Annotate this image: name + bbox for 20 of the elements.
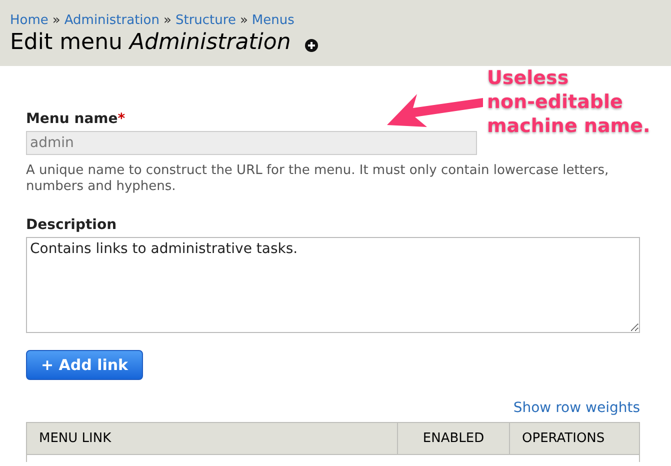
- required-mark: *: [118, 110, 126, 128]
- field-label: Description: [26, 216, 118, 234]
- add-link-button[interactable]: + Add link: [26, 350, 144, 380]
- show-row-weights-link[interactable]: Show row weights: [513, 399, 640, 417]
- breadcrumb-link[interactable]: Menus: [252, 13, 294, 29]
- add-shortcut-icon[interactable]: [304, 38, 318, 52]
- breadcrumb-link[interactable]: Home: [10, 13, 48, 29]
- page-title: Edit menu Administration: [10, 30, 291, 56]
- breadcrumb-separator: »: [51, 13, 62, 29]
- breadcrumb-link[interactable]: Administration: [64, 13, 160, 29]
- column-header: OPERATIONS: [509, 423, 639, 454]
- field-label: Menu name: [26, 110, 118, 128]
- column-header: MENU LINK: [38, 430, 112, 448]
- help-text: A unique name to construct the URL for the menu. It must only contain lowercase letters, numbers and hyphens.: [26, 163, 610, 195]
- breadcrumb-link[interactable]: Structure: [175, 13, 236, 29]
- column-header: ENABLED: [397, 423, 509, 454]
- annotation-text: Useless non-editable machine name.: [487, 66, 650, 138]
- description-field[interactable]: Contains links to administrative tasks.: [26, 237, 640, 333]
- breadcrumb-separator: »: [162, 13, 172, 29]
- breadcrumb-separator: »: [238, 13, 249, 29]
